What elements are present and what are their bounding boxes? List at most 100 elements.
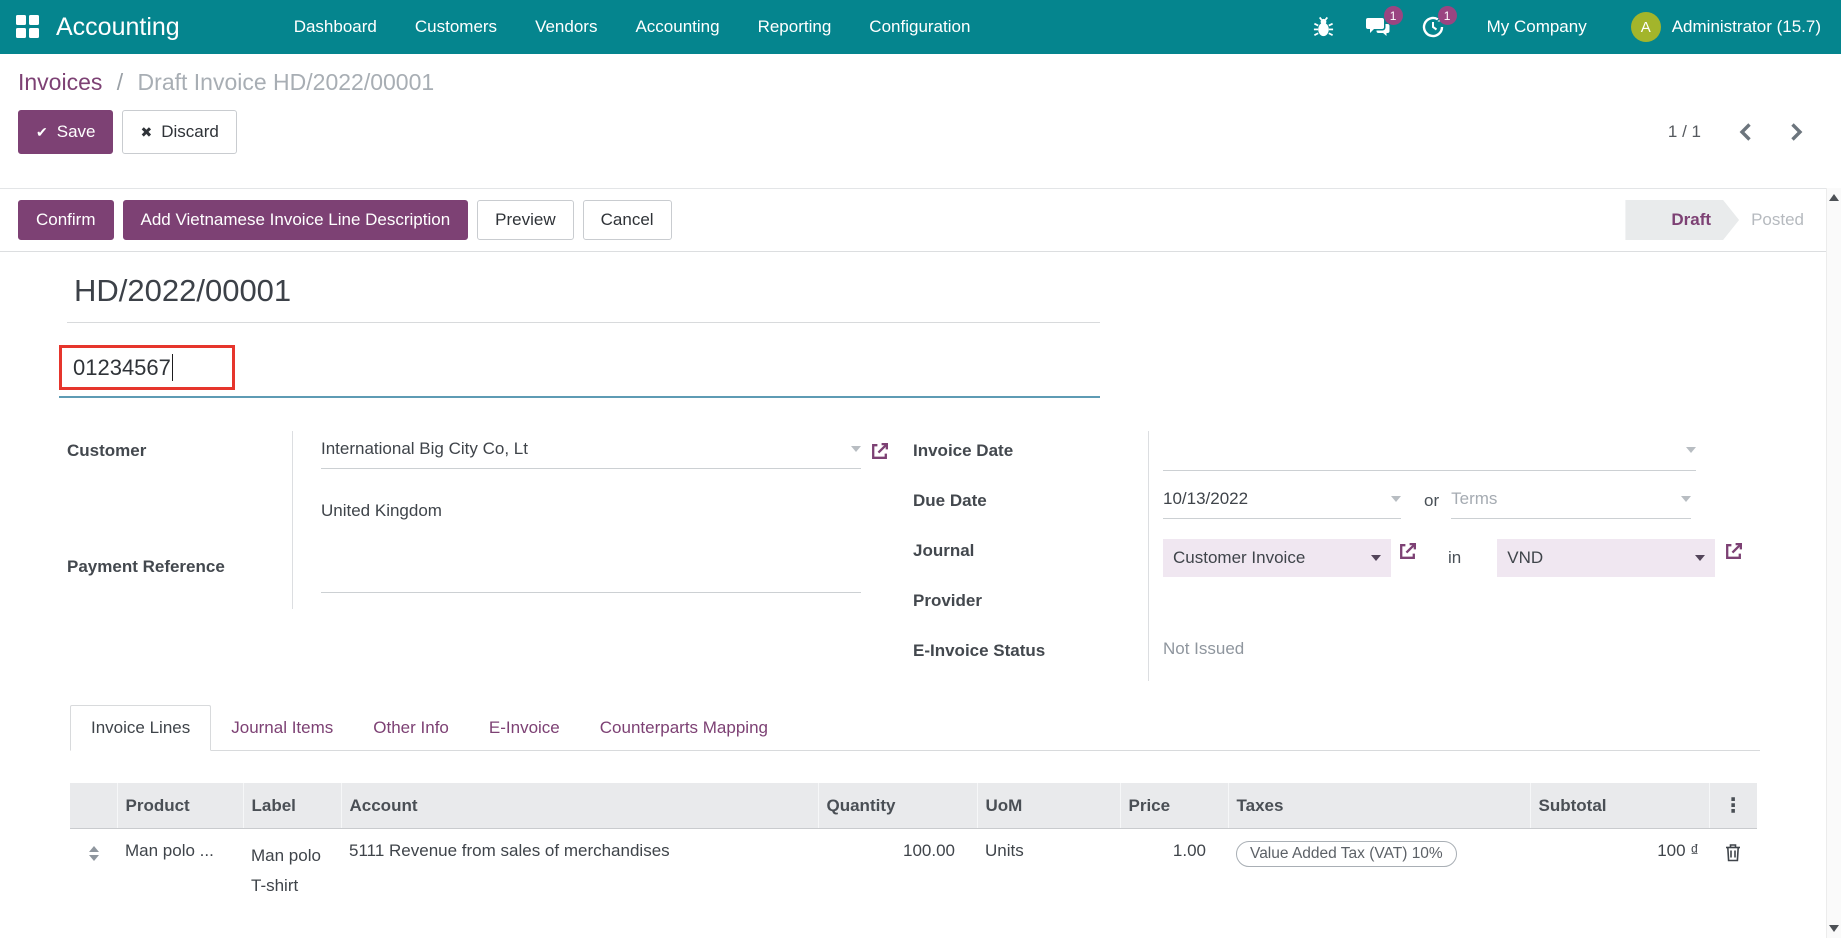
currency-external-link-icon[interactable] [1723,541,1744,562]
tab-e-invoice[interactable]: E-Invoice [469,706,580,750]
activities-clock-icon[interactable]: 1 [1421,15,1445,39]
state-draft[interactable]: Draft [1625,200,1739,240]
table-header-row: Product Label Account Quantity UoM Price… [70,783,1757,829]
state-widget: Draft Posted [1625,200,1818,240]
cell-account[interactable]: 5111 Revenue from sales of merchandises [341,829,818,914]
menu-item-accounting[interactable]: Accounting [616,0,738,54]
cell-price[interactable]: 1.00 [1120,829,1228,914]
menu-item-vendors[interactable]: Vendors [516,0,616,54]
pager: 1 / 1 [1668,122,1803,142]
apps-grid-icon[interactable] [16,15,40,39]
pager-value[interactable]: 1 / 1 [1668,122,1701,142]
header-subtotal[interactable]: Subtotal [1530,783,1709,829]
scroll-down-icon[interactable] [1829,925,1839,932]
header-label[interactable]: Label [243,783,341,829]
invoice-number-title: HD/2022/00001 [67,272,1841,310]
preview-button[interactable]: Preview [477,200,573,240]
user-menu[interactable]: Administrator (15.7) [1672,17,1821,37]
header-quantity[interactable]: Quantity [818,783,977,829]
tab-journal-items[interactable]: Journal Items [211,706,353,750]
payment-reference-cell [292,557,913,609]
header-taxes[interactable]: Taxes [1228,783,1530,829]
payment-reference-field[interactable] [321,557,861,593]
caret-down-icon[interactable] [1391,496,1401,502]
messages-icon[interactable]: 1 [1365,15,1391,39]
header-account[interactable]: Account [341,783,818,829]
caret-down-icon[interactable] [1686,447,1696,453]
menu-item-configuration[interactable]: Configuration [850,0,989,54]
check-icon: ✔ [36,124,48,141]
menu-item-customers[interactable]: Customers [396,0,516,54]
discard-button[interactable]: ✖ Discard [122,110,236,154]
breadcrumb-separator: / [117,69,123,95]
cell-quantity[interactable]: 100.00 [818,829,977,914]
cell-product[interactable]: Man polo ... [117,829,243,914]
menu-item-dashboard[interactable]: Dashboard [275,0,396,54]
avatar[interactable]: A [1631,12,1661,42]
terms-placeholder: Terms [1451,489,1497,509]
cancel-button[interactable]: Cancel [583,200,672,240]
row-handle-cell [70,829,117,914]
caret-down-icon[interactable] [851,446,861,452]
reference-input[interactable]: 01234567 [59,345,235,390]
cell-subtotal[interactable]: 100 ₫ [1530,829,1709,914]
field-groups: Customer International Big City Co, Lt U… [67,431,1841,681]
cell-label[interactable]: Man polo T-shirt [243,829,341,914]
journal-value: Customer Invoice [1173,548,1305,568]
invoice-date-field[interactable] [1163,439,1696,471]
table-row: Man polo ... Man polo T-shirt 5111 Reven… [70,829,1757,914]
optional-columns-icon[interactable]: ⋮ [1709,783,1757,829]
reference-input-wrap: 01234567 [59,345,1100,398]
trash-icon[interactable] [1724,843,1742,862]
chevron-right-icon[interactable] [1790,122,1803,142]
notebook-tabs: Invoice Lines Journal Items Other Info E… [70,705,1760,751]
text-cursor [172,354,174,381]
customer-field[interactable]: International Big City Co, Lt [321,439,861,469]
journal-field[interactable]: Customer Invoice [1163,539,1391,577]
customer-country: United Kingdom [321,501,442,521]
menu-item-reporting[interactable]: Reporting [739,0,851,54]
customer-external-link-icon[interactable] [869,441,890,462]
caret-down-icon[interactable] [1695,555,1705,561]
confirm-button[interactable]: Confirm [18,200,114,240]
journal-cell: Customer Invoice in VND [1148,531,1744,581]
due-date-label: Due Date [913,481,1148,531]
drag-handle-icon[interactable] [78,841,109,861]
chevron-left-icon[interactable] [1739,122,1752,142]
journal-external-link-icon[interactable] [1397,541,1418,562]
customer-field-cell: International Big City Co, Lt [292,431,913,483]
currency-value: VND [1507,548,1543,568]
header-product[interactable]: Product [117,783,243,829]
header-uom[interactable]: UoM [977,783,1120,829]
customer-value: International Big City Co, Lt [321,439,528,459]
statusbar: Confirm Add Vietnamese Invoice Line Desc… [0,188,1841,252]
einvoice-status-label: E-Invoice Status [913,631,1148,681]
debug-bug-icon[interactable] [1312,16,1335,39]
provider-cell [1148,581,1744,631]
breadcrumb-invoices-link[interactable]: Invoices [18,69,102,95]
invoice-date-label: Invoice Date [913,431,1148,481]
app-name[interactable]: Accounting [56,13,180,42]
control-panel: Invoices / Draft Invoice HD/2022/00001 ✔… [0,54,1841,154]
right-field-group: Invoice Date Due Date 10/13/2022 or Term… [913,431,1741,681]
tab-invoice-lines[interactable]: Invoice Lines [70,705,211,751]
header-price[interactable]: Price [1120,783,1228,829]
currency-field[interactable]: VND [1497,539,1715,577]
tab-counterparts-mapping[interactable]: Counterparts Mapping [580,706,788,750]
add-vietnamese-description-button[interactable]: Add Vietnamese Invoice Line Description [123,200,469,240]
tab-other-info[interactable]: Other Info [353,706,469,750]
save-button[interactable]: ✔ Save [18,110,113,154]
due-date-field[interactable]: 10/13/2022 [1163,489,1401,519]
caret-down-icon[interactable] [1681,496,1691,502]
tax-pill[interactable]: Value Added Tax (VAT) 10% [1236,841,1457,867]
left-field-group: Customer International Big City Co, Lt U… [67,431,913,681]
einvoice-status-cell: Not Issued [1148,631,1744,681]
state-posted[interactable]: Posted [1739,200,1818,240]
vertical-scrollbar[interactable] [1826,188,1841,938]
caret-down-icon[interactable] [1371,555,1381,561]
breadcrumb: Invoices / Draft Invoice HD/2022/00001 [18,68,1841,96]
company-switcher[interactable]: My Company [1487,17,1587,37]
payment-terms-field[interactable]: Terms [1451,489,1691,519]
cell-uom[interactable]: Units [977,829,1120,914]
scroll-up-icon[interactable] [1829,194,1839,201]
